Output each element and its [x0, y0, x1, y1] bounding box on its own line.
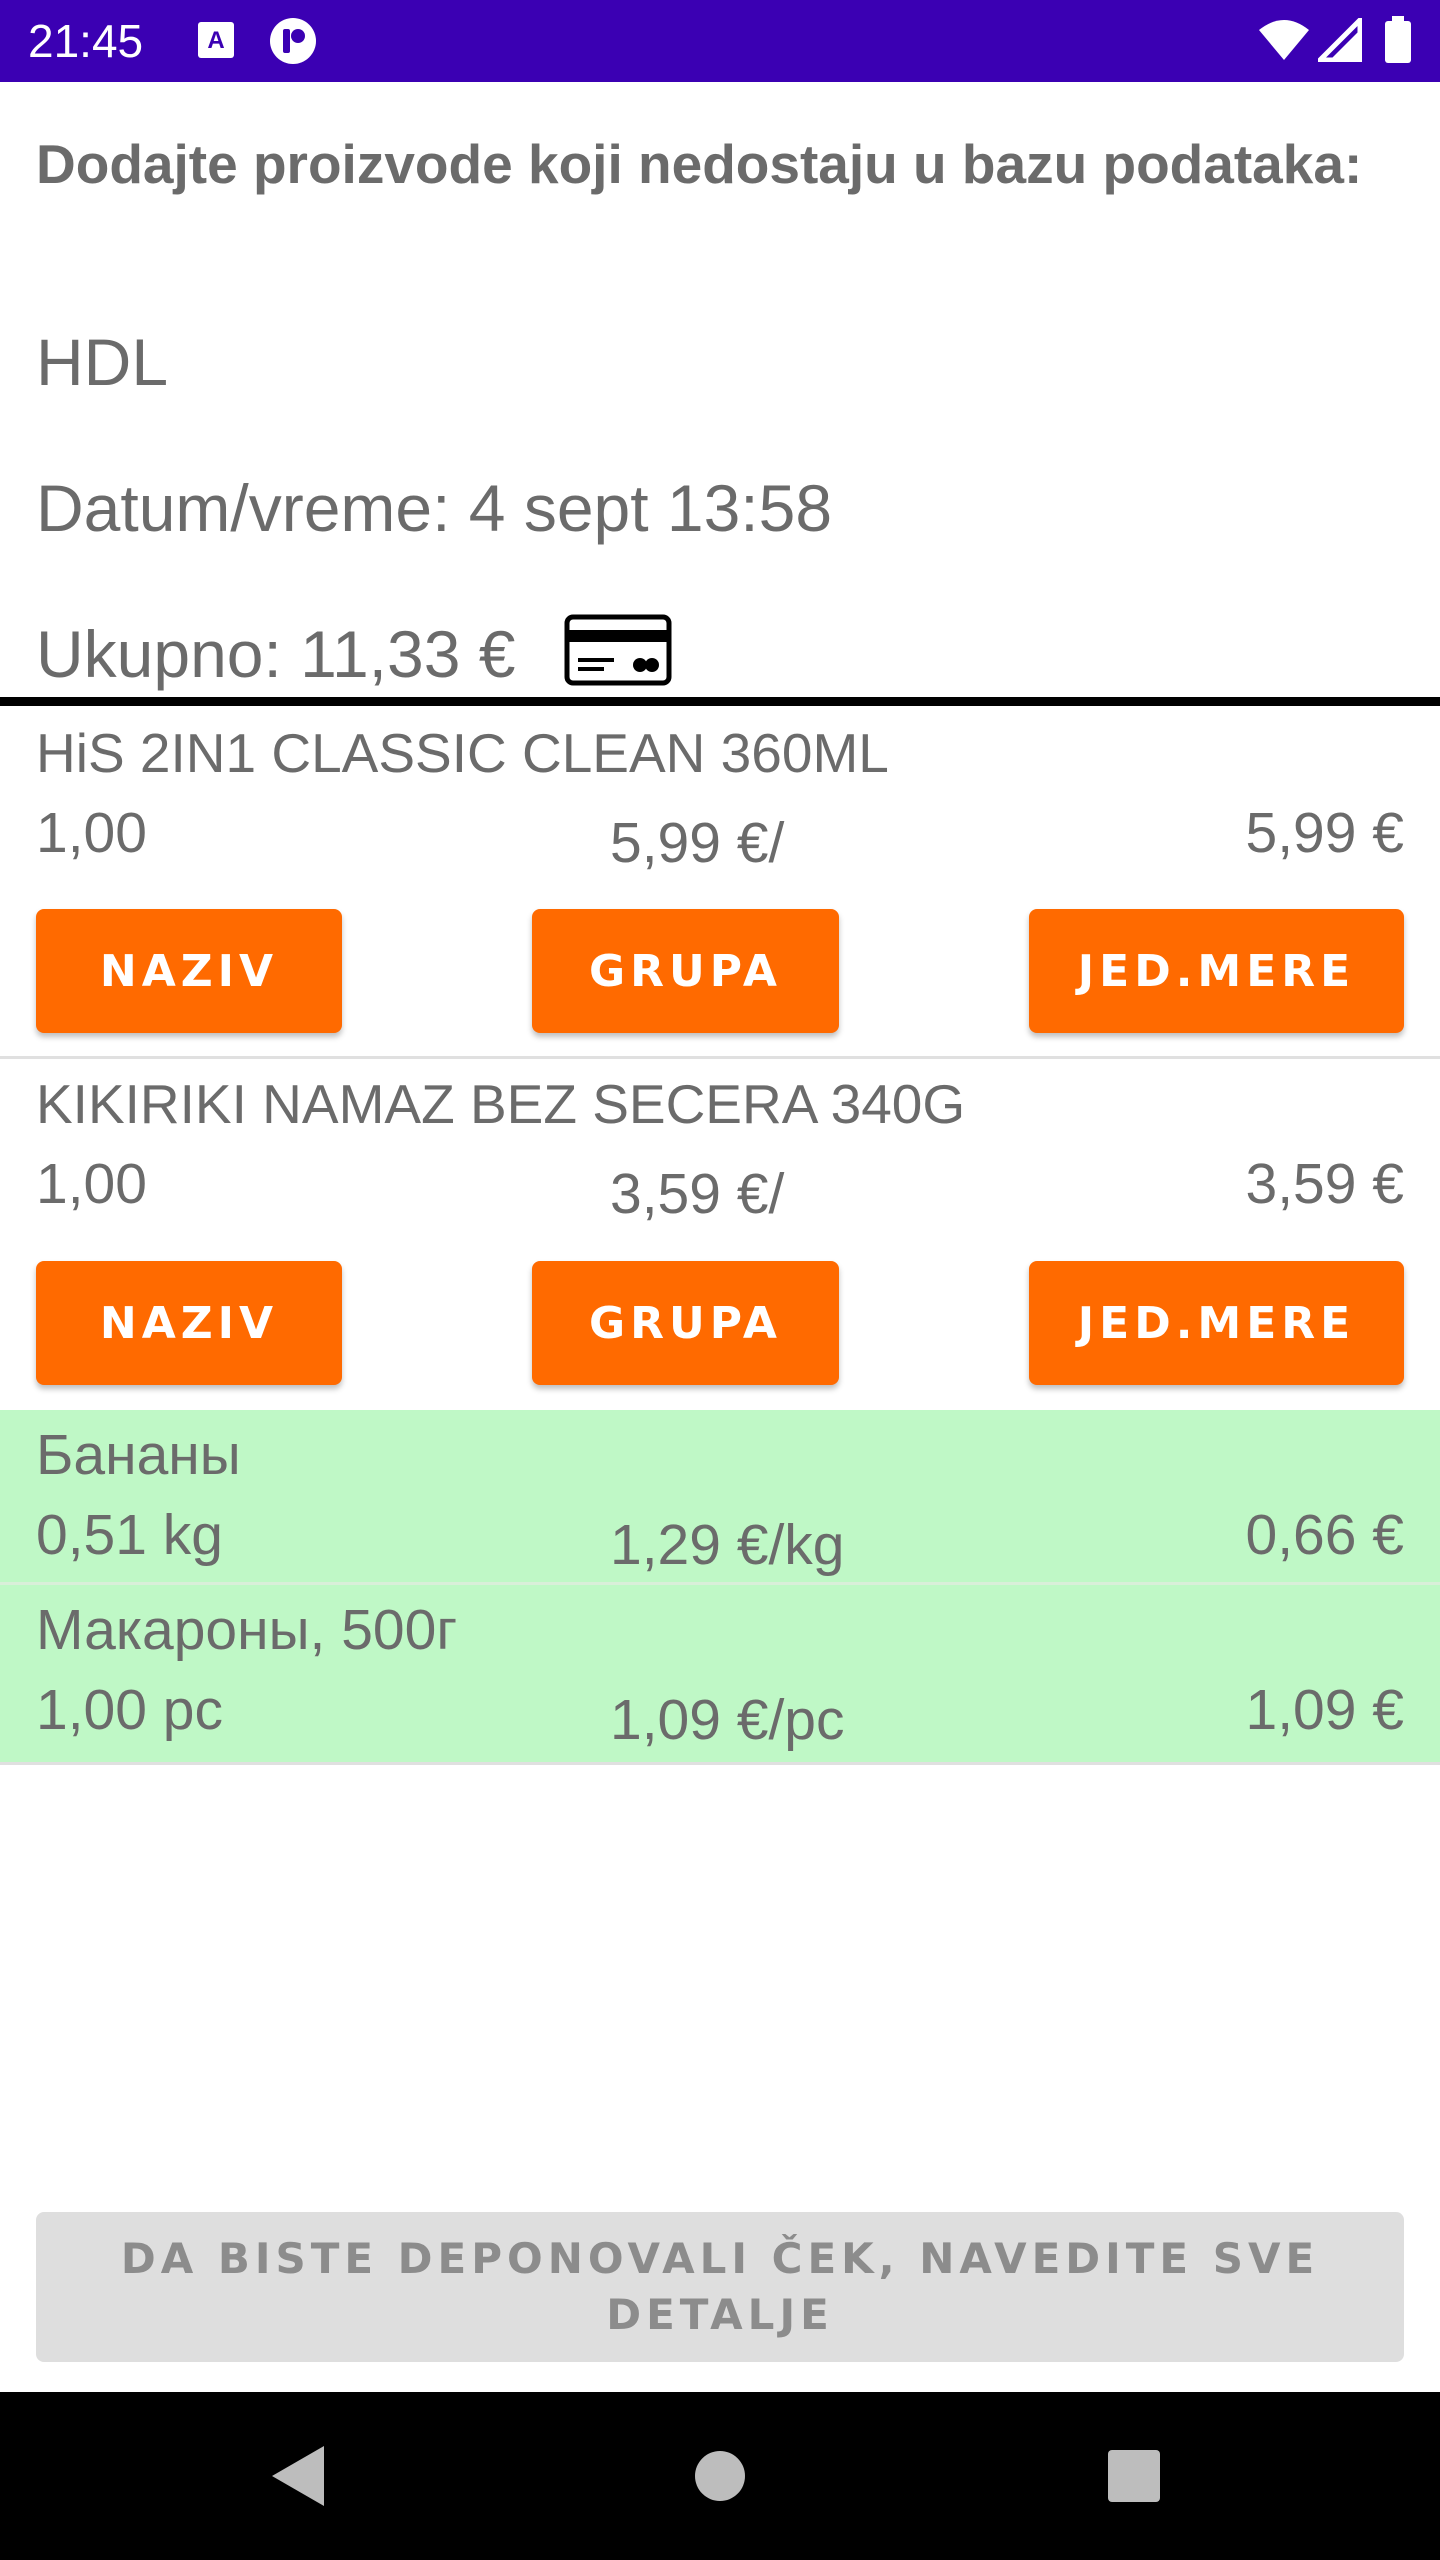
wifi-icon: [1258, 18, 1310, 67]
store-name: HDL: [36, 325, 169, 399]
keyboard-a-icon: A: [196, 20, 236, 65]
item-name: KIKIRIKI NAMAZ BEZ SECERA 340G: [36, 1073, 966, 1135]
item-total: 3,59 €: [1245, 1152, 1404, 1216]
item-unit-price: 1,29 €/kg: [610, 1513, 845, 1577]
item-name: Макароны, 500г: [36, 1598, 458, 1662]
status-time: 21:45: [28, 15, 144, 67]
item-name: Бананы: [36, 1423, 241, 1487]
missing-item: KIKIRIKI NAMAZ BEZ SECERA 340G 1,00 3,59…: [0, 1059, 1440, 1409]
item-quantity: 1,00 pc: [36, 1678, 223, 1742]
naziv-button[interactable]: NAZIV: [36, 1261, 342, 1385]
item-total: 1,09 €: [1245, 1678, 1404, 1742]
jedinica-mere-button[interactable]: JED.MERE: [1029, 1261, 1404, 1385]
recents-icon[interactable]: [1108, 2450, 1160, 2507]
home-icon[interactable]: [694, 2450, 746, 2507]
known-item: Макароны, 500г 1,00 pc 1,09 €/pc 1,09 €: [0, 1585, 1440, 1762]
status-bar: 21:45 A: [0, 0, 1440, 82]
missing-item: HiS 2IN1 CLASSIC CLEAN 360ML 1,00 5,99 €…: [0, 706, 1440, 1056]
navigation-bar: [0, 2392, 1440, 2560]
jedinica-mere-button[interactable]: JED.MERE: [1029, 909, 1404, 1033]
naziv-button[interactable]: NAZIV: [36, 909, 342, 1033]
item-total: 5,99 €: [1245, 801, 1404, 865]
credit-card-icon: [564, 614, 672, 691]
cell-signal-icon: [1313, 13, 1363, 67]
receipt-total: Ukupno: 11,33 €: [36, 617, 516, 691]
list-end-divider: [0, 1762, 1440, 1765]
grupa-button[interactable]: GRUPA: [532, 1261, 839, 1385]
app-notification-icon: [268, 16, 318, 71]
header-divider: [0, 697, 1440, 706]
item-unit-price: 1,09 €/pc: [610, 1688, 845, 1752]
item-unit-price: 3,59 €/: [610, 1162, 785, 1226]
item-quantity: 1,00: [36, 801, 147, 865]
back-icon[interactable]: [270, 2444, 326, 2513]
item-total: 0,66 €: [1245, 1503, 1404, 1567]
page-title: Dodajte proizvode koji nedostaju u bazu …: [36, 133, 1363, 195]
svg-text:A: A: [207, 27, 224, 54]
item-quantity: 1,00: [36, 1152, 147, 1216]
item-unit-price: 5,99 €/: [610, 811, 785, 875]
battery-icon: [1384, 16, 1412, 69]
deposit-receipt-button[interactable]: DA BISTE DEPONOVALI ČEK, NAVEDITE SVE DE…: [36, 2212, 1404, 2362]
item-quantity: 0,51 kg: [36, 1503, 223, 1567]
deposit-button-label: DA BISTE DEPONOVALI ČEK, NAVEDITE SVE DE…: [120, 2234, 1320, 2339]
receipt-datetime: Datum/vreme: 4 sept 13:58: [36, 471, 833, 545]
item-name: HiS 2IN1 CLASSIC CLEAN 360ML: [36, 722, 889, 784]
known-item: Бананы 0,51 kg 1,29 €/kg 0,66 €: [0, 1410, 1440, 1582]
grupa-button[interactable]: GRUPA: [532, 909, 839, 1033]
